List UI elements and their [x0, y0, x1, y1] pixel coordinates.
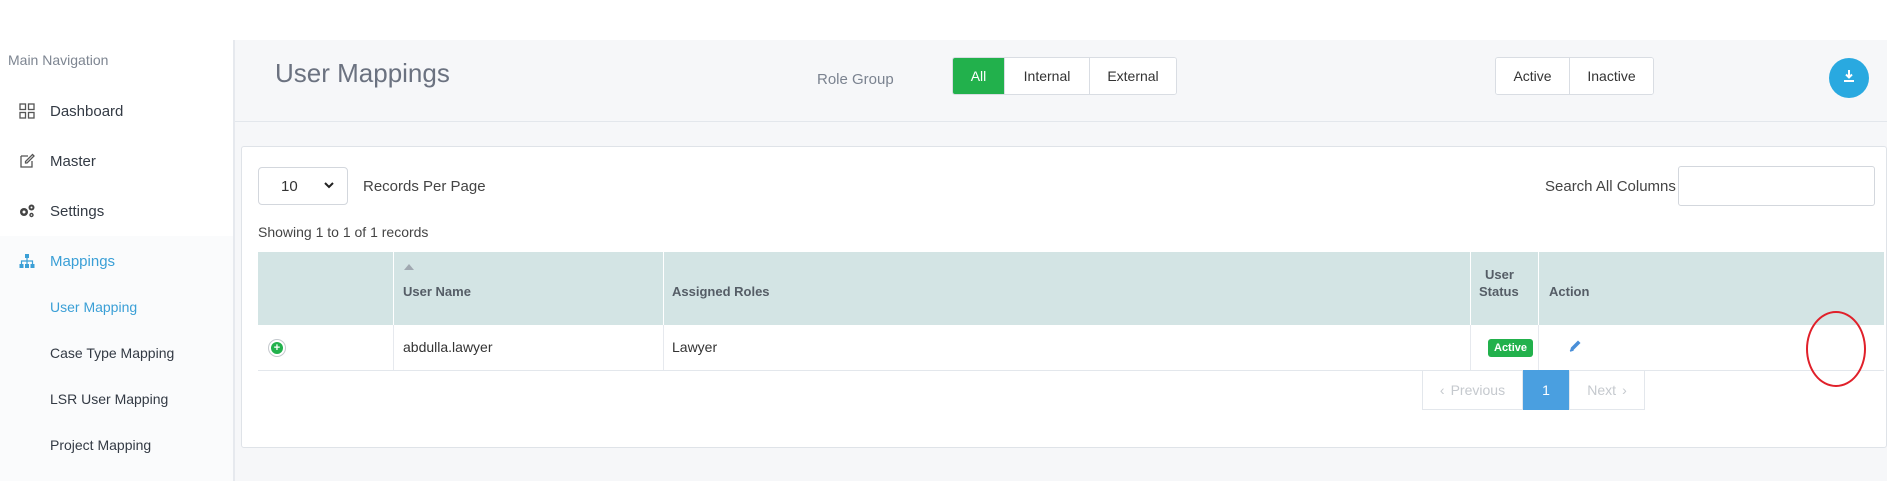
sidebar-subitem-user-mapping[interactable]: User Mapping: [50, 299, 137, 315]
cell-user-status: Active: [1471, 325, 1539, 370]
cell-action: [1539, 325, 1607, 370]
chevron-right-icon: ›: [1622, 382, 1627, 398]
page-header: User Mappings Role Group All Internal Ex…: [235, 40, 1887, 122]
status-inactive-button[interactable]: Inactive: [1570, 58, 1653, 94]
sidebar-subitem-project-mapping[interactable]: Project Mapping: [50, 437, 151, 453]
sidebar-item-dashboard[interactable]: Dashboard: [0, 86, 233, 136]
main-content: User Mappings Role Group All Internal Ex…: [235, 40, 1887, 481]
role-group-internal-button[interactable]: Internal: [1005, 58, 1090, 94]
header-action: Action: [1549, 284, 1590, 299]
sidebar-item-label: Settings: [50, 202, 105, 220]
sidebar-item-label: Dashboard: [50, 102, 124, 120]
cell-assigned-roles: Lawyer: [664, 325, 1471, 370]
download-icon: [1842, 69, 1856, 88]
header-user-status[interactable]: User Status: [1471, 252, 1539, 325]
status-badge: Active: [1488, 339, 1534, 357]
records-per-page-label: Records Per Page: [363, 178, 486, 195]
sitemap-icon: [18, 252, 36, 270]
expand-row-button[interactable]: +: [268, 339, 286, 357]
header-user-name[interactable]: User Name: [394, 252, 664, 325]
edit-icon: [18, 152, 36, 170]
edit-pencil-icon[interactable]: [1567, 338, 1583, 359]
row-expand-cell: +: [258, 325, 394, 370]
plus-icon: +: [271, 342, 283, 354]
sidebar-item-settings[interactable]: Settings: [0, 186, 233, 236]
search-input[interactable]: [1678, 166, 1875, 206]
annotation-circle: [1806, 311, 1866, 387]
role-group-all-button[interactable]: All: [953, 58, 1005, 94]
sidebar-subitem-case-type-mapping[interactable]: Case Type Mapping: [50, 345, 174, 361]
sidebar-item-label: Mappings: [50, 252, 116, 270]
download-button[interactable]: [1829, 58, 1869, 98]
sidebar-item-label: Master: [50, 152, 96, 170]
records-panel: 10 Records Per Page Search All Columns S…: [241, 146, 1887, 448]
records-per-page-select[interactable]: 10: [258, 167, 348, 205]
role-group-external-button[interactable]: External: [1090, 58, 1176, 94]
page-title: User Mappings: [275, 58, 450, 88]
gears-icon: [18, 202, 36, 220]
app-frame: Main Navigation Dashboard Master Setting…: [0, 0, 1887, 481]
header-assigned-roles[interactable]: Assigned Roles: [664, 252, 1471, 325]
sidebar-item-mappings[interactable]: Mappings: [0, 236, 233, 286]
records-per-page-value: 10: [281, 177, 298, 195]
status-active-button[interactable]: Active: [1496, 58, 1570, 94]
nav-title: Main Navigation: [8, 52, 109, 68]
records-count-text: Showing 1 to 1 of 1 records: [258, 224, 429, 240]
pagination-page-1[interactable]: 1: [1523, 370, 1569, 410]
chevron-left-icon: ‹: [1439, 382, 1445, 398]
role-group-label: Role Group: [817, 71, 894, 88]
status-filter-buttons: Active Inactive: [1495, 57, 1654, 95]
pagination: ‹ Previous 1 Next ›: [1422, 370, 1645, 410]
grid-icon: [18, 102, 36, 120]
sidebar: Main Navigation Dashboard Master Setting…: [0, 40, 235, 481]
sidebar-subitem-lsr-user-mapping[interactable]: LSR User Mapping: [50, 391, 168, 407]
chevron-down-icon: [323, 178, 335, 195]
sidebar-item-master[interactable]: Master: [0, 136, 233, 186]
table-row: + abdulla.lawyer Lawyer Active: [258, 325, 1884, 371]
cell-user-name: abdulla.lawyer: [394, 325, 664, 370]
role-group-buttons: All Internal External: [952, 57, 1177, 95]
pagination-previous-button[interactable]: ‹ Previous: [1422, 370, 1523, 410]
search-label: Search All Columns: [1545, 178, 1676, 195]
table-header: User Name Assigned Roles User Status Act…: [258, 252, 1884, 325]
header-expand-col[interactable]: [258, 252, 414, 325]
pagination-next-button[interactable]: Next ›: [1569, 370, 1645, 410]
